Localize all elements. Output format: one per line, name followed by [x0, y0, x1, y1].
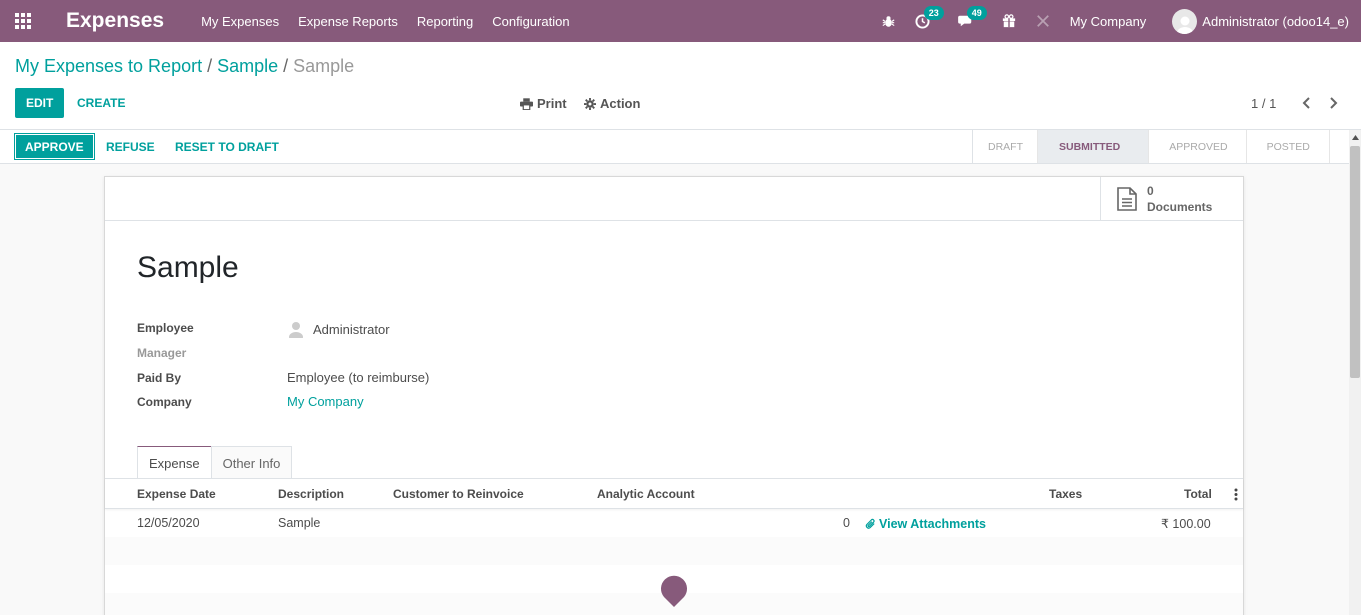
app-title: Expenses — [66, 9, 165, 32]
approve-button[interactable]: APPROVE — [14, 133, 95, 160]
scroll-thumb[interactable] — [1350, 146, 1360, 378]
stage-draft[interactable]: DRAFT — [973, 130, 1038, 163]
company-label: Company — [137, 395, 192, 409]
expense-table-header: Expense Date Description Customer to Rei… — [105, 479, 1243, 509]
column-options-icon[interactable] — [1234, 488, 1238, 504]
company-switcher[interactable]: My Company — [1070, 14, 1147, 29]
gear-icon — [584, 97, 596, 110]
stage-submitted[interactable]: SUBMITTED — [1038, 130, 1150, 163]
col-description[interactable]: Description — [278, 487, 344, 501]
location-marker-icon — [660, 574, 688, 608]
document-file-icon — [1117, 187, 1137, 211]
row-total: ₹ 100.00 — [1161, 517, 1211, 531]
print-menu[interactable]: Print — [520, 96, 567, 111]
tab-other-info[interactable]: Other Info — [210, 446, 293, 479]
col-taxes[interactable]: Taxes — [1049, 487, 1082, 501]
col-analytic-account[interactable]: Analytic Account — [597, 487, 695, 501]
edit-button[interactable]: EDIT — [15, 88, 65, 118]
apps-menu-icon[interactable] — [0, 0, 46, 42]
row-quantity: 0 — [843, 516, 850, 530]
paperclip-icon — [865, 518, 875, 529]
documents-button[interactable]: 0 Documents — [1100, 177, 1244, 221]
top-navbar: Expenses My Expenses Expense Reports Rep… — [0, 0, 1361, 42]
menu-expense-reports[interactable]: Expense Reports — [298, 14, 398, 29]
menu-configuration[interactable]: Configuration — [492, 14, 569, 29]
tab-expense[interactable]: Expense — [137, 446, 212, 479]
col-customer-to-reinvoice[interactable]: Customer to Reinvoice — [393, 487, 524, 501]
print-label: Print — [537, 96, 567, 111]
activity-count-badge: 23 — [923, 5, 944, 20]
gift-icon[interactable] — [1002, 14, 1016, 28]
pager-previous-button[interactable] — [1296, 93, 1316, 113]
employee-field[interactable]: Administrator — [287, 320, 390, 338]
col-expense-date[interactable]: Expense Date — [137, 487, 216, 501]
view-attachments-label: View Attachments — [879, 517, 986, 531]
breadcrumb: My Expenses to Report / Sample / Sample — [15, 56, 355, 76]
print-icon — [520, 97, 533, 110]
activity-clock-icon[interactable]: 23 — [915, 5, 944, 29]
refuse-button[interactable]: REFUSE — [106, 133, 155, 160]
manager-label: Manager — [137, 346, 187, 360]
scroll-up-icon[interactable] — [1349, 130, 1361, 144]
view-attachments-link[interactable]: View Attachments — [865, 517, 986, 531]
table-row[interactable]: 12/05/2020 Sample 0 View Attachments ₹ 1… — [105, 509, 1243, 537]
create-button[interactable]: CREATE — [77, 88, 125, 118]
debug-bug-icon[interactable] — [882, 15, 895, 28]
menu-reporting[interactable]: Reporting — [417, 14, 473, 29]
breadcrumb-current: Sample — [293, 56, 355, 76]
messages-chat-icon[interactable]: 49 — [957, 6, 987, 28]
breadcrumb-sample[interactable]: Sample — [217, 56, 278, 76]
paid-by-label: Paid By — [137, 371, 182, 385]
stage-approved[interactable]: APPROVED — [1149, 130, 1247, 163]
employee-value: Administrator — [313, 321, 390, 337]
breadcrumb-my-expenses-to-report[interactable]: My Expenses to Report — [15, 56, 202, 76]
form-sheet: 0 Documents Sample Employee Administrato… — [104, 176, 1244, 615]
reset-to-draft-button[interactable]: RESET TO DRAFT — [175, 133, 279, 160]
paid-by-value: Employee (to reimburse) — [287, 370, 430, 385]
tools-icon[interactable] — [1036, 14, 1050, 28]
empty-table-row — [105, 537, 1243, 565]
company-value-link[interactable]: My Company — [287, 394, 364, 409]
row-description: Sample — [278, 516, 321, 530]
smart-button-box: 0 Documents — [105, 177, 1243, 221]
stage-posted[interactable]: POSTED — [1247, 130, 1330, 163]
control-panel: My Expenses to Report / Sample / Sample EDIT… — [0, 42, 1361, 130]
status-bar: APPROVE REFUSE RESET TO DRAFT DRAFT SUBM… — [0, 130, 1361, 164]
documents-label: Documents — [1147, 200, 1213, 214]
record-title: Sample — [137, 251, 239, 284]
user-name: Administrator (odoo14_e) — [1202, 13, 1349, 29]
menu-my-expenses[interactable]: My Expenses — [201, 14, 279, 29]
page-scrollbar[interactable] — [1349, 130, 1361, 615]
status-pipeline: DRAFT SUBMITTED APPROVED POSTED PAID — [972, 130, 1361, 163]
documents-count: 0 — [1147, 184, 1154, 198]
form-tabs: Expense Other Info — [137, 446, 293, 479]
user-menu[interactable]: Administrator (odoo14_e) — [1172, 8, 1349, 34]
pager-next-button[interactable] — [1324, 93, 1344, 113]
chevron-left-icon — [1302, 97, 1310, 109]
message-count-badge: 49 — [966, 6, 987, 20]
action-label: Action — [600, 96, 641, 111]
col-total[interactable]: Total — [1184, 487, 1212, 501]
user-avatar-icon — [289, 322, 303, 338]
employee-label: Employee — [137, 321, 194, 335]
chevron-right-icon — [1330, 97, 1338, 109]
avatar — [1172, 8, 1198, 34]
pager-value[interactable]: 1 / 1 — [1251, 96, 1276, 111]
action-menu[interactable]: Action — [584, 96, 640, 111]
row-expense-date: 12/05/2020 — [137, 516, 200, 530]
